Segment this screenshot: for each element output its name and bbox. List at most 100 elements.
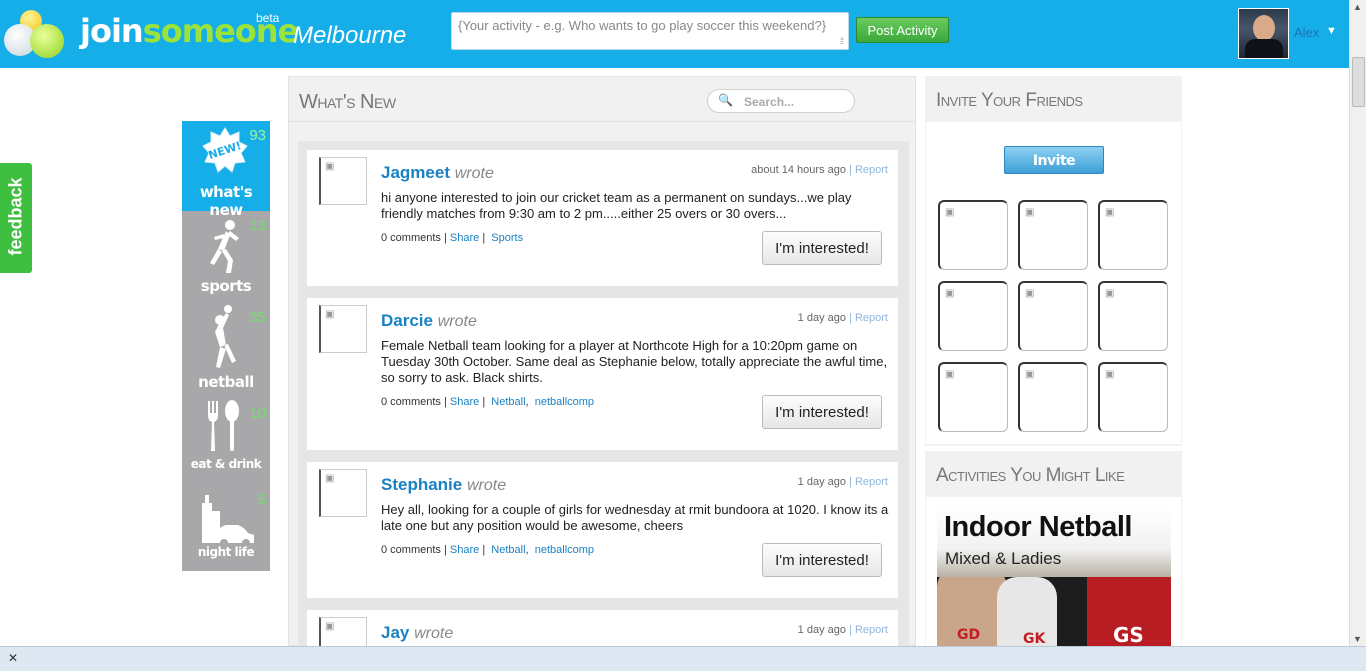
- indoor-netball-promo[interactable]: Indoor Netball Mixed & Ladies GD GK GS: [937, 507, 1171, 646]
- user-thumbnail[interactable]: ▣: [319, 305, 367, 353]
- comments-link[interactable]: 0 comments: [381, 396, 441, 408]
- category-eat-drink[interactable]: 10 eat & drink: [182, 399, 270, 485]
- activity-feed[interactable]: ▣ Jagmeet wrote about 14 hours ago | Rep…: [298, 141, 909, 647]
- wrote-label: wrote: [414, 625, 454, 642]
- report-link[interactable]: Report: [855, 624, 888, 636]
- tag-link[interactable]: Sports: [491, 232, 523, 244]
- page-scrollbar[interactable]: ▲ ▼: [1349, 0, 1366, 646]
- author-name[interactable]: Darcie: [381, 311, 433, 330]
- scroll-down-icon[interactable]: ▼: [1353, 634, 1362, 644]
- wrote-label: wrote: [437, 313, 477, 330]
- avatar[interactable]: [1238, 8, 1289, 59]
- invite-body: Invite friends ▣ ▣ ▣ ▣ ▣ ▣ ▣ ▣ ▣: [926, 122, 1181, 444]
- friend-thumbnail[interactable]: ▣: [1018, 200, 1088, 270]
- category-count: 5: [257, 491, 266, 508]
- scroll-thumb[interactable]: [1352, 57, 1365, 107]
- post-timestamp: about 14 hours ago: [751, 164, 846, 176]
- notification-bar: ✕: [0, 646, 1366, 671]
- bib-label: GS: [1113, 623, 1144, 646]
- post-meta: 0 comments | Share | Netball, netballcom…: [381, 544, 595, 556]
- category-count: 93: [249, 127, 266, 144]
- activity-placeholder: {Your activity - e.g. Who wants to go pl…: [458, 18, 827, 33]
- friend-thumbnail[interactable]: ▣: [1098, 281, 1168, 351]
- username-link[interactable]: Alex: [1294, 25, 1319, 40]
- invite-friends-panel: Invite Your Friends Invite friends ▣ ▣ ▣…: [925, 76, 1182, 446]
- promo-title: Indoor Netball: [944, 511, 1132, 543]
- share-link[interactable]: Share: [450, 544, 479, 556]
- category-sports[interactable]: 13 sports: [182, 211, 270, 303]
- category-night-life[interactable]: 5 night life: [182, 485, 270, 571]
- comments-link[interactable]: 0 comments: [381, 544, 441, 556]
- new-badge-icon: NEW!: [202, 127, 248, 173]
- friend-thumbnail[interactable]: ▣: [1098, 200, 1168, 270]
- friend-thumbnail[interactable]: ▣: [938, 362, 1008, 432]
- close-icon[interactable]: ✕: [8, 651, 18, 665]
- interested-button[interactable]: I'm interested!: [762, 543, 882, 577]
- logo-icon[interactable]: [4, 10, 66, 60]
- user-thumbnail[interactable]: ▣: [319, 157, 367, 205]
- category-netball[interactable]: 35 netball: [182, 303, 270, 399]
- author-name[interactable]: Jagmeet: [381, 163, 450, 182]
- friend-thumbnail[interactable]: ▣: [938, 281, 1008, 351]
- post-author[interactable]: Jay wrote: [381, 623, 453, 643]
- share-link[interactable]: Share: [450, 232, 479, 244]
- category-count: 35: [249, 309, 266, 326]
- interested-button[interactable]: I'm interested!: [762, 395, 882, 429]
- user-thumbnail[interactable]: ▣: [319, 617, 367, 647]
- post-text: Hey all, looking for a couple of girls f…: [381, 502, 889, 533]
- beta-label: beta: [256, 11, 280, 25]
- post-timestamp: 1 day ago: [797, 624, 846, 636]
- friend-thumbnail[interactable]: ▣: [938, 200, 1008, 270]
- feedback-tab[interactable]: feedback: [0, 163, 32, 273]
- category-label: netball: [198, 373, 254, 391]
- broken-image-icon: ▣: [1105, 207, 1115, 218]
- separator: |: [849, 312, 852, 324]
- post-author[interactable]: Darcie wrote: [381, 311, 477, 331]
- post-meta: 0 comments | Share | Sports: [381, 232, 524, 244]
- share-link[interactable]: Share: [450, 396, 479, 408]
- activity-input[interactable]: {Your activity - e.g. Who wants to go pl…: [451, 12, 849, 50]
- post-author[interactable]: Jagmeet wrote: [381, 163, 494, 183]
- tag-link[interactable]: Netball: [491, 544, 525, 556]
- search-input[interactable]: 🔍 Search...: [707, 89, 855, 113]
- tag-link[interactable]: netballcomp: [535, 544, 594, 556]
- user-thumbnail[interactable]: ▣: [319, 469, 367, 517]
- post-activity-button[interactable]: Post Activity: [856, 17, 949, 43]
- author-name[interactable]: Jay: [381, 623, 409, 642]
- post-time: 1 day ago | Report: [798, 312, 888, 324]
- fork-spoon-icon: [208, 400, 239, 451]
- friend-thumbnail[interactable]: ▣: [1098, 362, 1168, 432]
- panel-title: Invite Your Friends: [936, 90, 1083, 111]
- broken-image-icon: ▣: [945, 207, 955, 218]
- whats-new-panel: What's New 🔍 Search... ▣ Jagmeet wrote a…: [288, 76, 916, 647]
- report-link[interactable]: Report: [855, 476, 888, 488]
- friend-thumbnail[interactable]: ▣: [1018, 362, 1088, 432]
- chevron-down-icon[interactable]: ▼: [1326, 25, 1337, 37]
- resize-grip-icon[interactable]: ⁞⁞: [840, 36, 844, 46]
- report-link[interactable]: Report: [855, 164, 888, 176]
- post-timestamp: 1 day ago: [797, 312, 846, 324]
- report-link[interactable]: Report: [855, 312, 888, 324]
- interested-button[interactable]: I'm interested!: [762, 231, 882, 265]
- bib-label: GD: [957, 627, 981, 643]
- category-whats-new[interactable]: NEW! 93 what's new: [182, 121, 270, 219]
- panel-title: What's New: [299, 91, 396, 113]
- post-item: ▣ Stephanie wrote 1 day ago | Report Hey…: [307, 462, 898, 598]
- scroll-up-icon[interactable]: ▲: [1353, 2, 1362, 12]
- invite-friends-button[interactable]: Invite friends: [1004, 146, 1104, 197]
- post-time: 1 day ago | Report: [798, 624, 888, 636]
- city-selector[interactable]: Melbourne: [293, 22, 406, 50]
- tag-link[interactable]: netballcomp: [535, 396, 594, 408]
- post-text: Female Netball team looking for a player…: [381, 338, 888, 385]
- divider: [289, 121, 915, 122]
- logo-join: join: [80, 12, 144, 50]
- broken-image-icon: ▣: [1105, 369, 1115, 380]
- friend-thumbnail[interactable]: ▣: [1018, 281, 1088, 351]
- author-name[interactable]: Stephanie: [381, 475, 462, 494]
- comments-link[interactable]: 0 comments: [381, 232, 441, 244]
- tag-link[interactable]: Netball: [491, 396, 525, 408]
- post-author[interactable]: Stephanie wrote: [381, 475, 506, 495]
- bib-label: GK: [1023, 631, 1046, 646]
- category-count: 13: [249, 217, 266, 234]
- post-text: hi anyone interested to join our cricket…: [381, 190, 852, 221]
